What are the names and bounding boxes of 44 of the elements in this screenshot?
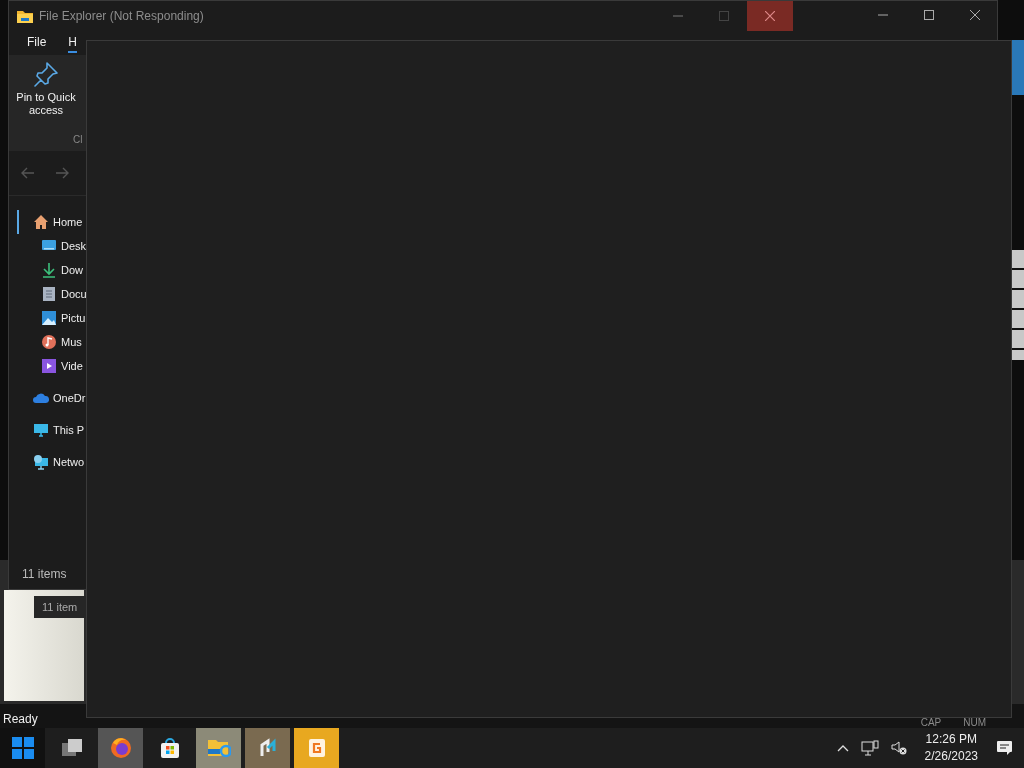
music-icon [41, 334, 57, 350]
windows-logo-icon [10, 736, 35, 760]
nav-item[interactable]: This P [17, 418, 85, 442]
key-indicator: NUM [963, 718, 986, 728]
browser-icon [108, 736, 133, 760]
status-text: Ready [2, 712, 38, 726]
maximize-icon [719, 11, 729, 21]
nav-item[interactable]: OneDr [17, 386, 86, 410]
close-button[interactable] [747, 1, 793, 31]
close-icon [970, 10, 980, 20]
nav-item[interactable]: Vide [17, 354, 83, 378]
home-icon [33, 214, 49, 230]
pictures-icon [41, 310, 57, 326]
nav-item[interactable]: Desk [17, 234, 87, 258]
nav-item[interactable]: Dow [17, 258, 83, 282]
network-icon[interactable] [860, 740, 879, 756]
videos-icon [41, 358, 57, 374]
nav-item[interactable]: Home [17, 210, 83, 234]
menu-tab[interactable]: H [68, 33, 77, 53]
key-indicator: CAP [920, 718, 942, 728]
maximize-icon [924, 10, 934, 20]
status-text: 11 items [21, 566, 68, 583]
pin-icon [33, 61, 59, 87]
menu-tab[interactable]: File [27, 33, 47, 53]
network-icon [33, 454, 49, 470]
documents-icon [41, 286, 57, 302]
downloads-icon [41, 262, 57, 278]
clock[interactable]: 12:26 PM 2/26/2023 [924, 731, 978, 765]
nav-item[interactable]: Docu [17, 282, 87, 306]
pin-button[interactable]: Pin to Quick access [13, 61, 79, 117]
pc-icon [33, 422, 49, 438]
back-arrow-icon[interactable] [21, 167, 35, 179]
forward-arrow-icon[interactable] [55, 167, 69, 179]
ribbon-group-label: Cl [73, 134, 83, 145]
close-icon [765, 11, 775, 21]
nav-item[interactable]: Netwo [17, 450, 85, 474]
start-button[interactable] [0, 728, 45, 768]
folder-icon [17, 9, 33, 23]
nav-item[interactable]: Mus [17, 330, 82, 354]
nav-item[interactable]: Pictu [17, 306, 86, 330]
chevron-up-icon[interactable] [836, 744, 849, 752]
volume-muted-icon[interactable] [890, 740, 907, 756]
notification-icon[interactable] [996, 740, 1014, 756]
window-title: File Explorer (Not Responding) [39, 9, 204, 23]
